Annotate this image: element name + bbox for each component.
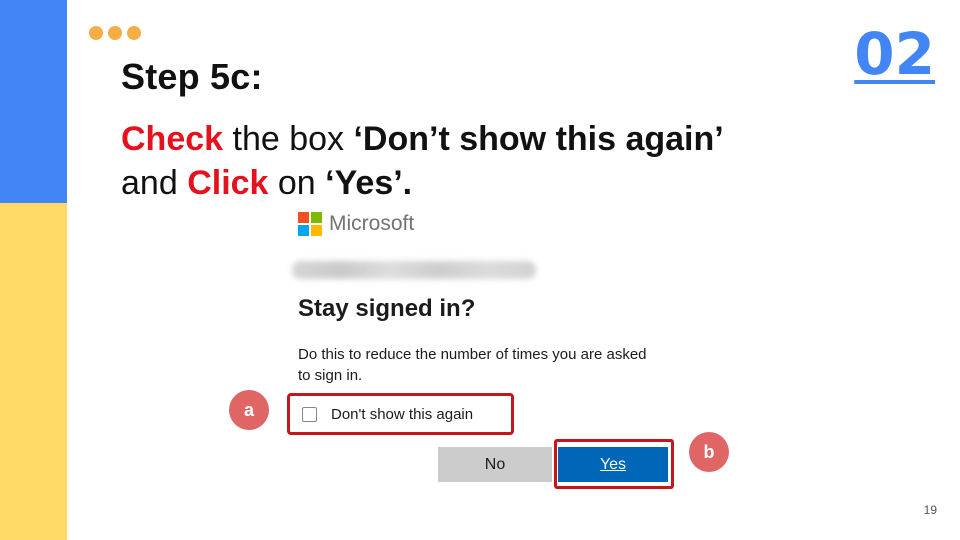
instruction-yes: ‘Yes’.: [325, 164, 413, 202]
blurred-account-email: [292, 261, 536, 279]
instruction-check: Check: [121, 120, 224, 158]
no-button[interactable]: No: [438, 447, 552, 482]
dot-icon: [127, 26, 141, 40]
page-number: 19: [923, 503, 937, 517]
dialog-heading: Stay signed in?: [298, 295, 476, 322]
yes-button[interactable]: Yes: [558, 447, 668, 482]
microsoft-wordmark: Microsoft: [329, 212, 415, 235]
instruction-click: Click: [187, 164, 269, 202]
sidebar-yellow-band: [0, 203, 67, 540]
decorative-dots: [89, 26, 141, 40]
dialog-body-text: Do this to reduce the number of times yo…: [298, 346, 647, 384]
instruction-the-box: the box: [223, 120, 354, 158]
sidebar-blue-band: [0, 0, 67, 203]
instruction-and: and: [121, 164, 188, 202]
dont-show-again-checkbox-row[interactable]: Don't show this again: [287, 393, 514, 435]
checkbox-label: Don't show this again: [331, 405, 474, 423]
dont-show-again-checkbox[interactable]: [302, 406, 317, 422]
dot-icon: [108, 26, 122, 40]
instruction-option: ‘Don’t show this again’: [353, 120, 724, 158]
instruction-text: Check the box ‘Don’t show this again’ an…: [121, 117, 724, 205]
microsoft-logo-icon: [298, 212, 322, 236]
slide-number: 02: [854, 20, 935, 88]
stay-signed-in-dialog: Microsoft Stay signed in? Do this to red…: [286, 205, 686, 495]
callout-marker-a: a: [229, 390, 269, 430]
instruction-on: on: [268, 164, 326, 202]
dot-icon: [89, 26, 103, 40]
callout-marker-b: b: [689, 432, 729, 472]
step-title: Step 5c:: [121, 56, 263, 97]
